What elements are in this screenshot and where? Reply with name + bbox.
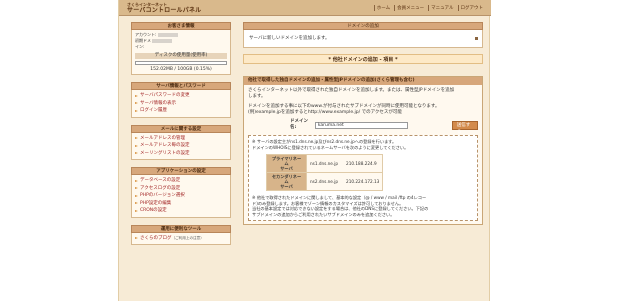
disk-usage-value: 152.02MB / 100GB (0.15%) [150,67,212,72]
customer-info-title: お客さま情報 [131,22,231,30]
panel-body: さくらインターネット以外で取得された独自ドメインを追加します。または、属性型JP… [244,85,482,224]
initial-domain-label-cont: イン: [135,44,145,49]
nav-manual-link[interactable]: マニュアル [428,5,455,11]
server-info-links: サーバパスワードの変更 サーバ情報の表示 ログイン履歴 [131,90,231,118]
disk-usage-label: ディスクの使用量(使用率) [135,53,227,59]
screenshot-frame: さくらインターネット サーバコントロールパネル ホーム 会員メニュー マニュアル… [0,0,625,301]
square-icon [475,37,478,40]
primary-ns-ip: 210.188.224.9 [346,160,377,166]
primary-ns-label-2: サーバ [280,166,293,171]
primary-ns-value: ns1.dns.ne.jp 210.188.224.9 [305,154,384,173]
link-mail-address-settings[interactable]: メールアドレス毎の設定 [135,142,227,150]
secondary-ns-header: セカンダリネーム サーバ [266,172,307,191]
domain-name-input[interactable]: karuma.net [314,121,408,129]
tools-title: 運用に便利なツール [131,224,231,233]
customer-info-box: アカウント: 初期ドメ イン: ディスクの使用量(使用率) 152.02MB /… [131,30,231,75]
link-login-history[interactable]: ログイン履歴 [135,107,227,115]
ns-info-text-2: ドメインのWHOISに登録されているネームサーバを次のように変更してください。 [252,144,409,150]
link-sakura-blog-note[interactable]: （ご利用上の注意） [172,236,204,240]
add-domain-panel: 他社で取得した独自ドメインの追加・属性型JPドメインの追加(さくら管理も含む) … [243,76,483,225]
secondary-ns-ip: 210.224.172.13 [346,178,380,184]
step-title: * 他社ドメインの追加 - 項目 * [243,54,483,64]
link-php-version[interactable]: PHPのバージョン選択 [135,192,227,200]
link-access-log-settings[interactable]: アクセスログの設定 [135,185,227,193]
link-sakura-blog-label: さくらのブログ [140,235,172,241]
page-message: サーバに新しいドメインを追加します。 [249,36,330,41]
page-title: ドメインの追加 [243,22,483,30]
app-settings-links: データベースの設定 アクセスログの設定 PHPのバージョン選択 PHP設定の編集… [131,175,231,218]
link-cron-settings[interactable]: CRONの設定 [135,207,227,215]
table-row: プライマリネーム サーバ ns1.dns.ne.jp 210.188.224.9 [266,154,384,173]
initial-domain-value-redacted [152,39,173,43]
www-note-2: (例)example.jpを追加するとhttp://www.example.jp… [248,110,402,115]
nameserver-table: プライマリネーム サーバ ns1.dns.ne.jp 210.188.224.9 セ… [266,154,384,191]
submit-button[interactable]: 送信する [451,120,478,135]
primary-ns-header: プライマリネーム サーバ [266,154,307,173]
panel-title: 他社で取得した独自ドメインの追加・属性型JPドメインの追加(さくら管理も含む) [244,77,482,85]
mail-settings-title: メールに関する設定 [131,124,231,133]
nameserver-info-box: ※ サーバの設定主がns1.dns.ne.jp及びns2.dns.ne.jpへの… [248,135,478,221]
sidebar: お客さま情報 アカウント: 初期ドメ イン: ディスクの使用量(使用率) 152… [131,22,231,252]
link-mail-address-management[interactable]: メールアドレスの管理 [135,135,227,143]
account-label: アカウント: [135,32,157,37]
initial-domain-label: 初期ドメ [135,38,151,43]
primary-ns-host: ns1.dns.ne.jp [310,160,339,166]
page-message-box: サーバに新しいドメインを追加します。 [243,30,483,48]
secondary-ns-label-2: サーバ [280,184,293,189]
link-php-settings[interactable]: PHP設定の編集 [135,200,227,208]
tools-links: さくらのブログ（ご利用上の注意） [131,232,231,245]
control-panel-window: さくらインターネット サーバコントロールパネル ホーム 会員メニュー マニュアル… [118,0,491,301]
primary-ns-label-1: プライマリネーム [271,156,302,166]
server-info-title: サーバ情報とパスワード [131,82,231,90]
logo[interactable]: さくらインターネット サーバコントロールパネル [127,2,201,14]
nav-logout-link[interactable]: ログアウト [457,5,486,11]
domain-name-label: ドメイン名: [290,119,308,130]
link-sakura-blog[interactable]: さくらのブログ（ご利用上の注意） [135,235,227,243]
secondary-ns-host: ns2.dns.ne.jp [310,178,339,184]
link-server-info[interactable]: サーバ情報の表示 [135,100,227,108]
top-nav: ホーム 会員メニュー マニュアル ログアウト [373,5,486,11]
disk-usage-bar [135,61,227,65]
account-value-redacted [157,33,178,37]
main-content: ドメインの追加 サーバに新しいドメインを追加します。 * 他社ドメインの追加 -… [243,22,483,225]
mail-settings-links: メールアドレスの管理 メールアドレス毎の設定 メーリングリストの設定 [131,132,231,160]
secondary-ns-value: ns2.dns.ne.jp 210.224.172.13 [305,172,384,191]
domain-form-row: ドメイン名: karuma.net 送信する [290,119,478,135]
nav-member-menu-link[interactable]: 会員メニュー [394,5,426,11]
logo-title: サーバコントロールパネル [127,7,202,14]
link-mailing-list-settings[interactable]: メーリングリストの設定 [135,150,227,158]
link-database-settings[interactable]: データベースの設定 [135,177,227,185]
header-bar: さくらインターネット サーバコントロールパネル ホーム 会員メニュー マニュアル… [119,0,491,16]
dns-note-4: サブドメインの追加からご利用されたいサブドメインのみを追加ください。 [252,211,395,217]
table-row: セカンダリネーム サーバ ns2.dns.ne.jp 210.224.172.13 [266,172,384,191]
app-settings-title: アプリケーションの設定 [131,167,231,175]
secondary-ns-label-1: セカンダリネーム [271,174,302,184]
link-change-server-password[interactable]: サーバパスワードの変更 [135,92,227,100]
intro-text-1: さくらインターネット以外で取得された独自ドメインを追加します。または、属性型JP… [248,88,455,93]
nav-home-link[interactable]: ホーム [373,5,392,11]
